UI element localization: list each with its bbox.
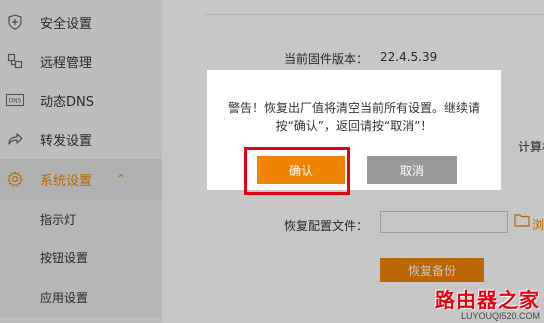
confirm-highlight-box [244, 147, 350, 195]
watermark: 路由器之家 LUYOUQI520.COM [428, 289, 540, 321]
watermark-text: 路由器之家 [435, 288, 540, 312]
cancel-button[interactable]: 取消 [367, 156, 457, 184]
watermark-url: LUYOUQI520.COM [460, 311, 540, 321]
dialog-message: 警告！恢复出厂值将清空当前所有设置。继续请按“确认”，返回请按“取消”！ [227, 101, 480, 133]
